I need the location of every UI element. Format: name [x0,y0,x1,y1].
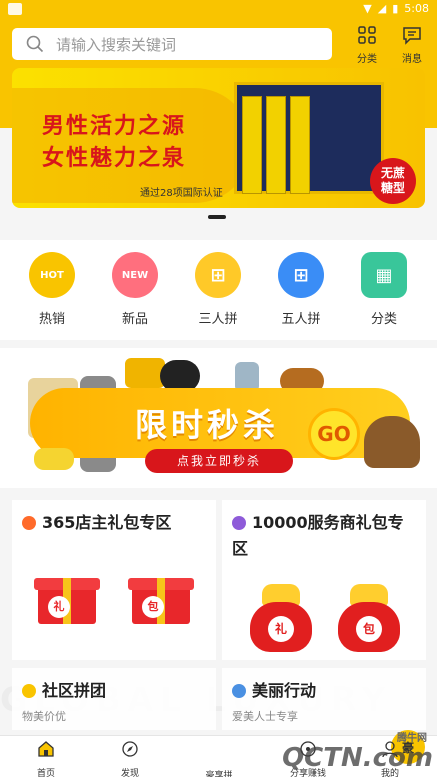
card-title: 美丽行动 [252,681,317,700]
beauty-action-card[interactable]: 美丽行动 爱美人士专享 [222,668,426,730]
product-stick-image [242,96,262,194]
badge-line-2: 糖型 [380,181,405,195]
message-icon [403,27,421,45]
fire-icon [22,516,36,530]
nav-label: 豪享拼 [205,771,233,777]
message-button[interactable]: 消息 [394,25,430,65]
category-label: 三人拼 [198,312,238,327]
gift-tag: 礼 [48,596,70,618]
go-button[interactable]: GO [308,408,360,460]
store-owner-pack-card[interactable]: 365店主礼包专区 礼 包 [12,500,216,660]
promo-banner[interactable]: 男性活力之源 女性魅力之泉 通过28项国际认证 无蔗 糖型 [12,68,425,208]
nav-discover[interactable]: 发现 [100,740,160,777]
category-three-group[interactable]: ⊞ 三人拼 [188,252,248,327]
category-label: 分类 [370,312,397,327]
lucky-bag-image: 礼 [250,584,312,654]
watermark-text: QCTN.com [282,743,433,773]
search-icon [26,35,44,53]
banner-headline-1: 男性活力之源 [42,114,187,139]
corner-watermark: 腾牛网 QCTN.com [282,733,433,773]
group-icon [22,684,36,698]
category-button[interactable]: 分类 [349,25,385,65]
gift-tag: 包 [356,616,382,642]
card-title: 10000服务商礼包专区 [232,513,404,558]
gift-box-image: 包 [128,570,194,628]
nav-home[interactable]: 首页 [16,740,76,777]
badge-line-1: 无蔗 [380,166,405,180]
community-group-card[interactable]: 社区拼团 物美价优 [12,668,216,730]
status-time: 5:08 [404,2,429,15]
nav-group-buy[interactable]: 豪 豪享拼 [189,730,425,777]
gift-box-image: 礼 [34,570,100,628]
flash-sale-title: 限时秒杀 [135,406,280,444]
category-grid-icon: ▦ [361,252,407,298]
footbath-image [364,416,420,468]
product-stick-image [266,96,286,194]
gift-tag: 包 [142,596,164,618]
product-stick-image [290,96,310,194]
message-label: 消息 [402,54,422,65]
battery-icon: ▮ [392,2,399,15]
status-icons: ▼ ◢ ▮ 5:08 [363,2,429,15]
grid-icon [358,26,376,44]
category-new[interactable]: NEW 新品 [105,252,165,327]
banner-cert: 通过28项国际认证 [140,188,223,199]
category-label: 新品 [121,312,148,327]
banner-area: 男性活力之源 女性魅力之泉 通过28项国际认证 无蔗 糖型 [0,68,437,230]
category-row: HOT 热销 NEW 新品 ⊞ 三人拼 ⊞ 五人拼 ▦ 分类 [0,240,437,340]
watermark-small: 腾牛网 [397,733,427,744]
card-title: 社区拼团 [42,681,107,700]
service-provider-pack-card[interactable]: 10000服务商礼包专区 礼 包 [222,500,426,660]
card-title: 365店主礼包专区 [42,513,172,532]
search-bar[interactable]: 请输入搜索关键词 [12,28,332,60]
top-header: 请输入搜索关键词 分类 消息 [0,20,437,68]
bottom-navigation: 首页 发现 豪 豪享拼 分享赚钱 我的 腾牛网 QCTN.com [0,730,437,777]
notification-icon [8,3,22,15]
nav-label: 首页 [36,769,55,777]
category-hot[interactable]: HOT 热销 [22,252,82,327]
carousel-indicator [208,215,226,219]
category-label: 热销 [38,312,65,327]
crown-icon [232,516,246,530]
nav-label: 发现 [120,769,139,777]
hot-icon: HOT [29,252,75,298]
category-label: 分类 [357,54,377,65]
flash-sale-banner[interactable]: 限时秒杀 GO 点我立即秒杀 [0,348,437,488]
status-bar: ▼ ◢ ▮ 5:08 [0,0,437,20]
category-five-group[interactable]: ⊞ 五人拼 [271,252,331,327]
category-all[interactable]: ▦ 分类 [354,252,414,327]
star-icon [232,684,246,698]
new-icon: NEW [112,252,158,298]
banner-headline-2: 女性魅力之泉 [42,146,187,171]
three-group-icon: ⊞ [195,252,241,298]
compass-icon [122,741,138,757]
flash-sale-cta[interactable]: 点我立即秒杀 [145,449,293,473]
card-subtitle: 物美价优 [22,710,66,723]
category-label: 五人拼 [281,312,321,327]
home-icon [38,741,54,757]
wifi-icon: ▼ [363,2,372,15]
gift-tag: 礼 [268,616,294,642]
five-group-icon: ⊞ [278,252,324,298]
product-image [34,448,74,470]
search-placeholder: 请输入搜索关键词 [56,35,177,54]
card-subtitle: 爱美人士专享 [232,710,298,723]
lucky-bag-image: 包 [338,584,400,654]
signal-icon: ◢ [377,2,387,15]
product-image [125,358,165,388]
sugar-free-badge: 无蔗 糖型 [370,158,416,204]
